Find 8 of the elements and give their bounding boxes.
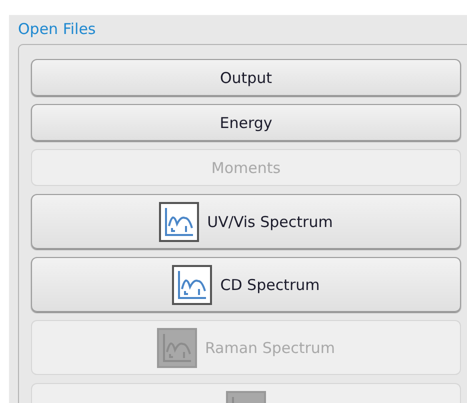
file-button[interactable]: Output: [31, 59, 461, 96]
spectrum-chart-icon: [159, 202, 200, 242]
group-title: Open Files: [18, 20, 96, 38]
spectrum-chart-icon: [172, 264, 212, 304]
spectrum-button[interactable]: CD Spectrum: [31, 257, 461, 312]
spectrum-chart-icon: [156, 328, 197, 368]
spectrum-button[interactable]: UV/Vis Spectrum: [31, 194, 461, 249]
file-button[interactable]: Energy: [31, 104, 461, 141]
